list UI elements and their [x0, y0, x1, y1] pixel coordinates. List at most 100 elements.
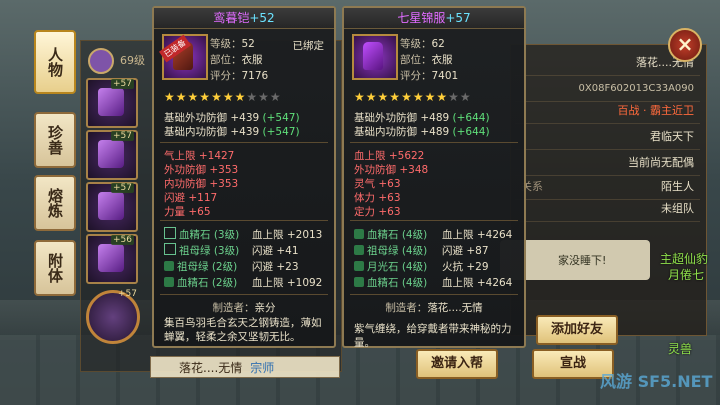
add-friend-label: 添加好友: [550, 322, 603, 337]
tab-smelt-label: 熔炼: [46, 188, 64, 218]
tab-treasure[interactable]: 珍善: [34, 112, 76, 168]
score-value: 7176: [241, 70, 269, 82]
star-filled-icon: ★: [222, 90, 235, 104]
star-filled-icon: ★: [234, 90, 247, 104]
equip-slot[interactable]: +57: [86, 182, 138, 232]
slot-key: 部位：: [400, 54, 432, 66]
weapon-slot[interactable]: +57: [86, 289, 140, 344]
base-stat-bonus: (+547): [262, 112, 300, 124]
star-filled-icon: ★: [354, 90, 366, 104]
player-team: 未组队: [661, 202, 694, 215]
chat-text: 家没睡下!: [558, 254, 607, 267]
player-id: 0X08F602013C33A090: [578, 83, 695, 94]
declare-war-label: 宣战: [559, 356, 586, 371]
base-stat-text: 基础外功防御 +439: [164, 112, 260, 124]
gem-row: 祖母绿 (3级) 闪避 +41: [164, 243, 299, 258]
player-spouse: 当前尚无配偶: [628, 156, 694, 169]
target-name-bar: 落花....无情 宗师: [150, 356, 340, 378]
overlay-name: 主超仙豹: [660, 252, 709, 266]
gem-name: 血精石 (4级): [367, 277, 428, 289]
star-filled-icon: ★: [436, 90, 449, 104]
invite-guild-button[interactable]: 邀请入帮: [416, 349, 498, 379]
item-icon-frame: [352, 34, 398, 80]
equipped-item-card: 鸾暮铠+52 已装备 等级：52 已绑定 部位：衣服 评分：7176 ★★★★★…: [152, 6, 336, 348]
close-icon[interactable]: ×: [668, 28, 702, 62]
item-plus: +52: [249, 11, 275, 25]
divider: [350, 294, 518, 295]
attr-line: 体力 +63: [354, 192, 401, 204]
star-empty-icon: ★: [246, 90, 259, 104]
star-filled-icon: ★: [377, 90, 390, 104]
target-name: 落花....无情: [179, 361, 243, 375]
item-title: 七星锦服+57: [344, 8, 524, 29]
slot-plus: +57: [111, 183, 134, 193]
level-icon: [88, 48, 114, 74]
attr-line: 力量 +65: [164, 206, 211, 218]
star-filled-icon: ★: [164, 90, 176, 104]
item-slot: 部位：衣服: [210, 52, 263, 67]
gem-name: 祖母绿 (4级): [367, 245, 428, 257]
gem-name: 月光石 (4级): [367, 261, 428, 273]
maker-key: 制造者：: [385, 302, 428, 314]
target-tag: 宗师: [250, 361, 275, 375]
maker-key: 制造者：: [212, 302, 255, 314]
armor-icon: [98, 140, 124, 168]
gem-name: 血精石 (4级): [367, 229, 428, 241]
divider: [350, 220, 518, 221]
star-rating: ★★★★★★★★★★: [354, 90, 472, 104]
item-description: 紫气缠绕，给穿戴者带来神秘的力量。: [354, 323, 512, 349]
item-title: 鸾暮铠+52: [154, 8, 334, 29]
gem-value: 闪避 +23: [252, 261, 299, 273]
compare-item-card: 七星锦服+57 等级：62 部位：衣服 评分：7401 ★★★★★★★★★★ 基…: [342, 6, 526, 349]
star-filled-icon: ★: [389, 90, 402, 104]
gem-slot-icon: [354, 261, 364, 271]
attr-line: 气上限 +1427: [164, 150, 235, 162]
info-row-spouse: 当前尚无配偶: [515, 150, 700, 176]
attr-line: 外功防御 +353: [164, 164, 239, 176]
item-description: 集百鸟羽毛合玄天之钢铸造，薄如蝉翼，轻柔之余又坚韧无比。: [164, 317, 322, 343]
gem-slot-icon: [164, 227, 176, 239]
add-friend-button[interactable]: 添加好友: [536, 315, 618, 345]
base-stat: 基础内功防御 +489 (+644): [354, 124, 490, 139]
gem-row: 祖母绿 (4级) 闪避 +87: [354, 243, 489, 258]
divider: [350, 142, 518, 143]
overlay-name: 灵兽: [668, 342, 693, 356]
equip-slot[interactable]: +57: [86, 78, 138, 128]
level-key: 等级：: [210, 38, 242, 50]
attr-line: 定力 +63: [354, 206, 401, 218]
watermark: 风游 SF5.NET: [600, 372, 713, 391]
gem-row: 血精石 (2级) 血上限 +1092: [164, 275, 322, 290]
player-guild: 百战 · 霸主近卫: [617, 104, 695, 117]
blade-icon: [98, 192, 124, 220]
base-stat: 基础内功防御 +439 (+547): [164, 124, 300, 139]
gem-row: 血精石 (4级) 血上限 +4264: [354, 227, 512, 242]
tab-smelt[interactable]: 熔炼: [34, 175, 76, 231]
attr-line: 外功防御 +348: [354, 164, 429, 176]
score-key: 评分：: [210, 70, 242, 82]
item-slot: 部位：衣服: [400, 52, 453, 67]
boots-icon: [98, 244, 124, 272]
gem-name: 祖母绿 (2级): [177, 261, 238, 273]
divider: [160, 220, 328, 221]
level-label: 69级: [120, 54, 145, 67]
gem-name: 祖母绿 (3级): [179, 245, 240, 257]
overlay-name: 月倦七: [668, 268, 705, 282]
equip-slot[interactable]: +57: [86, 130, 138, 180]
tab-possess[interactable]: 附体: [34, 240, 76, 296]
player-relation: 陌生人: [661, 180, 694, 193]
gem-value: 火抗 +29: [442, 261, 489, 273]
attr-line: 血上限 +5622: [354, 150, 425, 162]
star-filled-icon: ★: [175, 90, 188, 104]
level-key: 等级：: [400, 38, 432, 50]
base-stat: 基础外功防御 +489 (+644): [354, 110, 490, 125]
star-rating: ★★★★★★★★★★: [164, 90, 282, 104]
slot-value: 衣服: [431, 54, 453, 66]
gem-name: 血精石 (3级): [179, 229, 240, 241]
item-name: 鸾暮铠: [213, 11, 250, 25]
equip-slot[interactable]: +56: [86, 234, 138, 284]
gem-row: 祖母绿 (2级) 闪避 +23: [164, 259, 299, 274]
gem-value: 血上限 +4264: [442, 277, 513, 289]
tab-character[interactable]: 人物: [34, 30, 76, 94]
item-score: 评分：7176: [210, 68, 268, 83]
player-title: 君临天下: [650, 130, 694, 143]
